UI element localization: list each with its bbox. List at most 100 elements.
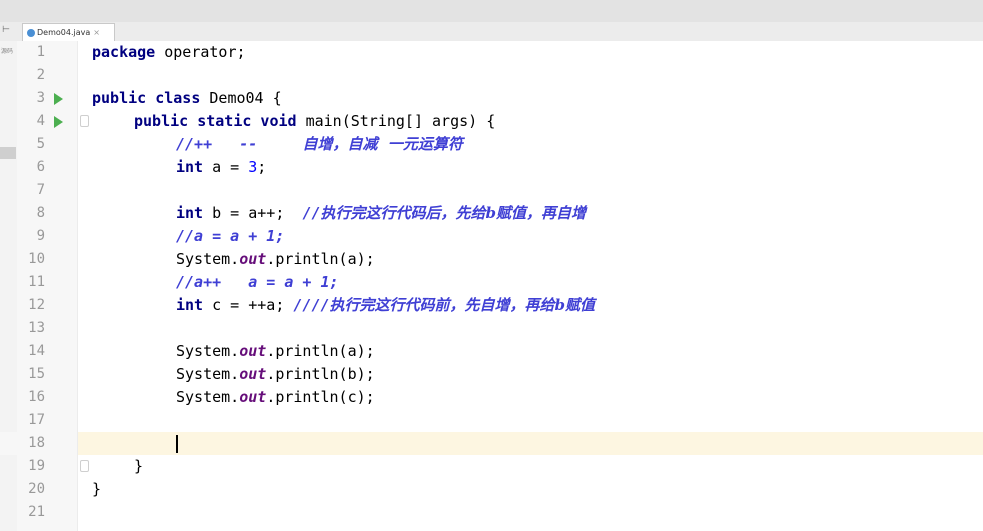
- code-line[interactable]: 4 public static void main(String[] args)…: [0, 110, 983, 133]
- keyword: int: [176, 158, 204, 176]
- code-line[interactable]: 11 //a++ a = a + 1;: [0, 271, 983, 294]
- code-line[interactable]: 14 System.out.println(a);: [0, 340, 983, 363]
- code-line: 18: [0, 432, 77, 455]
- code-segment: operator;: [155, 43, 246, 61]
- static-field: out: [239, 342, 267, 360]
- keyword: int: [176, 296, 204, 314]
- code-line[interactable]: 2: [0, 64, 983, 87]
- line-number: 7: [36, 182, 45, 198]
- close-icon[interactable]: ×: [93, 28, 100, 37]
- code-line[interactable]: 5 //++ -- 自增，自减 一元运算符: [0, 133, 983, 156]
- code-segment: Demo04 {: [200, 89, 282, 107]
- code-segment: a =: [203, 158, 249, 176]
- code-line[interactable]: 7: [0, 179, 983, 202]
- code-text: int c = ++a; ////执行完这行代码前，先自增，再给b赋值: [176, 294, 595, 317]
- static-field: out: [239, 365, 267, 383]
- current-line-highlight[interactable]: [78, 432, 983, 455]
- line-number: 18: [28, 435, 45, 451]
- keyword: int: [176, 204, 204, 222]
- code-text: System.out.println(c);: [176, 386, 375, 409]
- code-text: //++ -- 自增，自减 一元运算符: [176, 133, 463, 156]
- code-segment: c = ++a;: [203, 296, 294, 314]
- line-number: 2: [36, 67, 45, 83]
- fold-marker-icon[interactable]: [80, 460, 89, 472]
- code-segment: System.: [176, 342, 240, 360]
- code-line[interactable]: 13: [0, 317, 983, 340]
- tab-label: Demo04.java: [37, 28, 91, 37]
- keyword: public static void: [134, 112, 297, 130]
- code-segment: ;: [257, 158, 267, 176]
- line-number: 20: [28, 481, 45, 497]
- run-icon[interactable]: [54, 93, 63, 105]
- line-number: 4: [36, 113, 45, 129]
- fold-marker-icon[interactable]: [80, 115, 89, 127]
- comment: 执行完这行代码后，先给b赋值，再自增: [320, 204, 587, 222]
- code-line[interactable]: 19 }: [0, 455, 983, 478]
- code-text: public class Demo04 {: [92, 87, 282, 110]
- code-line[interactable]: 8 int b = a++; //执行完这行代码后，先给b赋值，再自增: [0, 202, 983, 225]
- number-literal: 3: [248, 158, 258, 176]
- line-number: 13: [28, 320, 45, 336]
- code-segment: .println(b);: [266, 365, 375, 383]
- code-segment: .println(a);: [266, 342, 375, 360]
- line-number: 12: [28, 297, 45, 313]
- static-field: out: [239, 388, 267, 406]
- code-text: public static void main(String[] args) {: [134, 110, 495, 133]
- code-text: }: [92, 480, 102, 498]
- line-number: 16: [28, 389, 45, 405]
- comment: ////: [293, 296, 330, 314]
- code-segment: System.: [176, 365, 240, 383]
- comment: 自增，自减 一元运算符: [302, 135, 463, 153]
- code-line[interactable]: 20 }: [0, 478, 983, 501]
- code-text: package operator;: [92, 41, 246, 64]
- text-caret: [176, 435, 178, 453]
- code-line[interactable]: 3 public class Demo04 {: [0, 87, 983, 110]
- code-text: int b = a++; //执行完这行代码后，先给b赋值，再自增: [176, 202, 586, 225]
- comment: //++ --: [176, 135, 303, 153]
- line-number: 14: [28, 343, 45, 359]
- code-text: System.out.println(a);: [176, 340, 375, 363]
- code-line[interactable]: 9 //a = a + 1;: [0, 225, 983, 248]
- line-number: 21: [28, 504, 45, 520]
- java-class-icon: [27, 28, 35, 37]
- code-line[interactable]: 6 int a = 3;: [0, 156, 983, 179]
- line-number: 17: [28, 412, 45, 428]
- line-number: 10: [28, 251, 45, 267]
- window-titlebar: [0, 0, 983, 22]
- line-number: 3: [36, 90, 45, 106]
- code-text: //a = a + 1;: [176, 225, 284, 248]
- code-line[interactable]: 17: [0, 409, 983, 432]
- line-number: 9: [36, 228, 45, 244]
- comment: //a++ a = a + 1;: [176, 273, 339, 291]
- structure-icon[interactable]: ⊢: [2, 25, 10, 35]
- line-number: 8: [36, 205, 45, 221]
- code-line[interactable]: 1 package operator;: [0, 41, 983, 64]
- line-number: 5: [36, 136, 45, 152]
- line-number: 11: [28, 274, 45, 290]
- code-text: }: [134, 457, 144, 475]
- code-segment: main(String[] args) {: [296, 112, 496, 130]
- code-text: System.out.println(a);: [176, 248, 375, 271]
- line-number: 1: [36, 44, 45, 60]
- code-segment: b = a++;: [203, 204, 303, 222]
- line-number: 6: [36, 159, 45, 175]
- keyword: public class: [92, 89, 201, 107]
- run-icon[interactable]: [54, 116, 63, 128]
- code-line[interactable]: 15 System.out.println(b);: [0, 363, 983, 386]
- code-segment: .println(a);: [266, 250, 375, 268]
- code-text: //a++ a = a + 1;: [176, 271, 339, 294]
- code-text: int a = 3;: [176, 156, 266, 179]
- code-segment: System.: [176, 388, 240, 406]
- code-line[interactable]: 21: [0, 501, 983, 524]
- code-segment: .println(c);: [266, 388, 375, 406]
- code-segment: System.: [176, 250, 240, 268]
- code-line[interactable]: 10 System.out.println(a);: [0, 248, 983, 271]
- code-line[interactable]: 16 System.out.println(c);: [0, 386, 983, 409]
- tab-demo04-java[interactable]: Demo04.java ×: [22, 23, 115, 41]
- comment: 执行完这行代码前，先自增，再给b赋值: [329, 296, 596, 314]
- line-number: 19: [28, 458, 45, 474]
- code-text: System.out.println(b);: [176, 363, 375, 386]
- keyword: package: [92, 43, 156, 61]
- code-line[interactable]: 12 int c = ++a; ////执行完这行代码前，先自增，再给b赋值: [0, 294, 983, 317]
- editor-tab-bar: Demo04.java ×: [0, 22, 983, 42]
